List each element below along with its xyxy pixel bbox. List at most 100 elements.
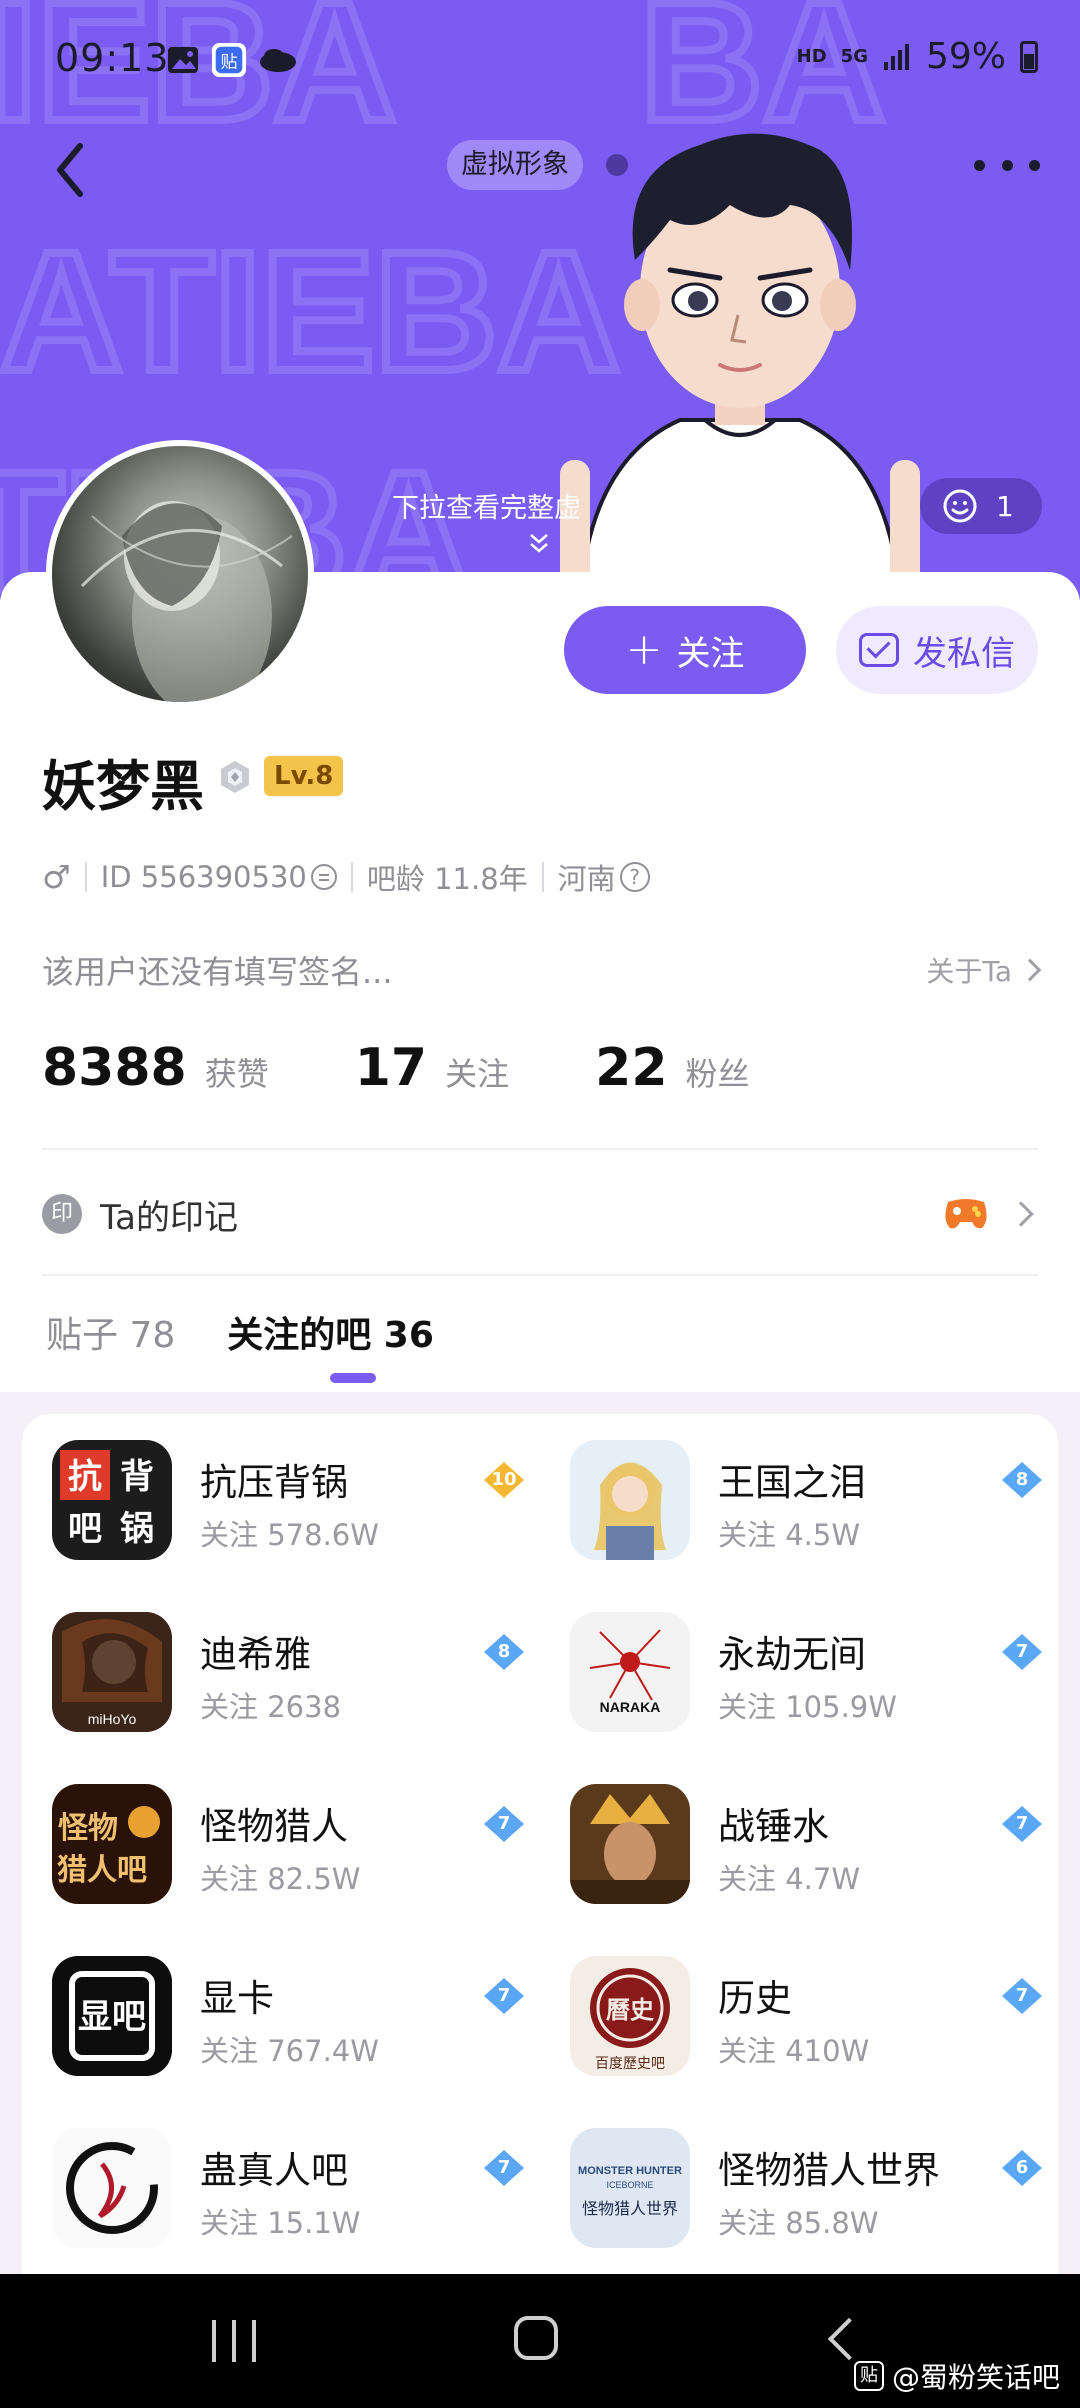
stat-likes[interactable]: 8388 获赞 [42, 1038, 269, 1098]
avatar-like-count: 1 [996, 489, 1014, 523]
forum-thumb: MONSTER HUNTER ICEBORNE 怪物猎人世界 [570, 2128, 690, 2248]
battery-percent: 59% [925, 36, 1006, 77]
marks-label: Ta的印记 [100, 1197, 238, 1238]
meta-divider [541, 862, 544, 892]
tieba-app-icon: 贴 [211, 42, 247, 78]
more-icon[interactable] [974, 150, 1040, 180]
forum-thumb: 怪物猎人吧 [52, 1784, 172, 1904]
copy-id-icon[interactable] [310, 864, 337, 890]
avatar-image [80, 501, 293, 702]
forum-follow-count: 关注 105.9W [718, 1690, 897, 1724]
forum-name: 永劫无间 [718, 1633, 866, 1676]
forum-level-badge [484, 2150, 524, 2186]
smile-icon [943, 489, 977, 523]
level-badge[interactable]: Lv.8 [264, 756, 344, 796]
forum-follow-count: 关注 4.7W [718, 1862, 861, 1896]
nav-back-icon[interactable] [827, 2317, 871, 2361]
forum-item[interactable]: 曆史 百度歷史吧 历史 关注 410W 7 [570, 1956, 1080, 2086]
marks-right [942, 1194, 1034, 1234]
forum-follow-count: 关注 2638 [200, 1690, 342, 1724]
hd-indicator: HD [796, 46, 827, 67]
avatar[interactable] [46, 440, 314, 708]
forum-item[interactable]: miHoYo 迪希雅 关注 2638 8 [52, 1612, 562, 1742]
follow-button[interactable]: + 关注 [564, 606, 806, 694]
watermark: 贴 @蜀粉笑话吧 [854, 2356, 1060, 2396]
user-id: ID 556390530 [100, 860, 307, 894]
forum-item[interactable]: NARAKA 永劫无间 关注 105.9W 7 [570, 1612, 1080, 1742]
help-icon[interactable]: ? [619, 862, 650, 892]
back-icon[interactable] [48, 140, 98, 200]
marks-row[interactable]: 印 Ta的印记 [42, 1186, 1038, 1242]
forum-follow-count: 关注 4.5W [718, 1518, 861, 1552]
forum-item[interactable]: 抗背吧锅 抗压背锅 关注 578.6W 10 [52, 1440, 562, 1570]
forum-thumb: 抗背吧锅 [52, 1440, 172, 1560]
stat-following[interactable]: 17 关注 [355, 1038, 509, 1098]
profile-meta-row: ♂ ID 556390530 吧龄 11.8年 河南 ? [42, 856, 650, 898]
recent-apps-icon[interactable] [212, 2320, 256, 2362]
double-chevron-down-icon [530, 534, 548, 553]
forum-level-badge [1002, 1806, 1042, 1842]
forum-thumb: 曆史百度歷史吧 [570, 1956, 690, 2076]
forum-level-badge [484, 1462, 524, 1498]
stat-label: 获赞 [204, 1055, 269, 1093]
svg-text:贴: 贴 [220, 53, 237, 72]
gender-icon: ♂ [42, 858, 71, 896]
svg-text:吧: 吧 [68, 1510, 102, 1548]
forum-level-badge [484, 1806, 524, 1842]
forum-item[interactable]: 怪物 猎人吧 怪物猎人 关注 82.5W 7 [52, 1784, 562, 1914]
svg-text:ICEBORNE: ICEBORNE [606, 2180, 653, 2190]
forum-follow-count: 关注 767.4W [200, 2034, 379, 2068]
svg-text:ATIEBA: ATIEBA [0, 217, 620, 407]
meta-divider [84, 862, 87, 892]
seal-icon: 印 [42, 1194, 82, 1234]
forum-level-badge [484, 1978, 524, 2014]
about-label: 关于Ta [926, 955, 1012, 988]
avatar-like-chip[interactable]: 1 [920, 478, 1042, 534]
rank-medal-icon[interactable] [216, 758, 254, 796]
plus-icon: + [625, 624, 663, 675]
forum-item[interactable]: 显吧 显卡 关注 767.4W 7 [52, 1956, 562, 2086]
stat-fans[interactable]: 22 粉丝 [595, 1038, 749, 1098]
forum-item[interactable]: 王国之泪 关注 4.5W 8 [570, 1440, 1080, 1570]
svg-text:怪物: 怪物 [58, 1812, 118, 1845]
home-icon[interactable] [514, 2316, 558, 2360]
svg-text:MONSTER HUNTER: MONSTER HUNTER [578, 2165, 682, 2177]
status-bar: 09:13 贴 HD 5G 59% [0, 0, 1080, 120]
stat-number: 17 [354, 1038, 428, 1098]
watermark-text: @蜀粉笑话吧 [892, 2361, 1061, 2394]
forum-item[interactable]: 蛊真人吧 关注 15.1W 7 [52, 2128, 562, 2258]
forum-follow-count: 关注 82.5W [200, 1862, 361, 1896]
gamepad-icon [945, 1199, 987, 1229]
svg-text:怪物猎人世界: 怪物猎人世界 [582, 2200, 678, 2218]
signature: 该用户还没有填写签名... [42, 953, 393, 991]
username: 妖梦黑 [42, 755, 204, 818]
message-button[interactable]: 发私信 [836, 606, 1038, 694]
forum-thumb: 显吧 [52, 1956, 172, 2076]
forum-thumb [570, 1440, 690, 1560]
gallery-icon [168, 47, 198, 73]
status-right: HD 5G 59% [797, 36, 1038, 77]
forum-follow-count: 关注 85.8W [718, 2206, 879, 2240]
status-time: 09:13 [55, 36, 170, 80]
divider [42, 1274, 1038, 1276]
stats-row: 8388 获赞 17 关注 22 粉丝 [42, 1038, 836, 1098]
forum-thumb [570, 1784, 690, 1904]
forum-level-badge [1002, 1634, 1042, 1670]
stat-number: 22 [595, 1038, 668, 1098]
svg-text:显吧: 显吧 [78, 1998, 146, 2036]
tab-posts[interactable]: 贴子 78 [46, 1306, 175, 1358]
forum-thumb: NARAKA [570, 1612, 690, 1732]
forum-level-badge [484, 1634, 524, 1670]
about-link[interactable]: 关于Ta [926, 950, 1042, 990]
forum-follow-count: 关注 578.6W [200, 1518, 379, 1552]
message-label: 发私信 [913, 633, 1015, 674]
tab-followed-forums[interactable]: 关注的吧 36 [227, 1306, 434, 1358]
profile-tabs: 贴子 78 关注的吧 36 [46, 1306, 486, 1358]
stat-label: 粉丝 [685, 1055, 750, 1093]
follow-label: 关注 [676, 633, 745, 674]
forum-name: 抗压背锅 [200, 1461, 348, 1504]
forum-name: 蛊真人吧 [200, 2149, 348, 2192]
forum-item[interactable]: MONSTER HUNTER ICEBORNE 怪物猎人世界 怪物猎人世界 关注 8… [570, 2128, 1080, 2258]
forum-item[interactable]: 战锤水 关注 4.7W 7 [570, 1784, 1080, 1914]
virtual-avatar-figure[interactable] [560, 120, 920, 600]
